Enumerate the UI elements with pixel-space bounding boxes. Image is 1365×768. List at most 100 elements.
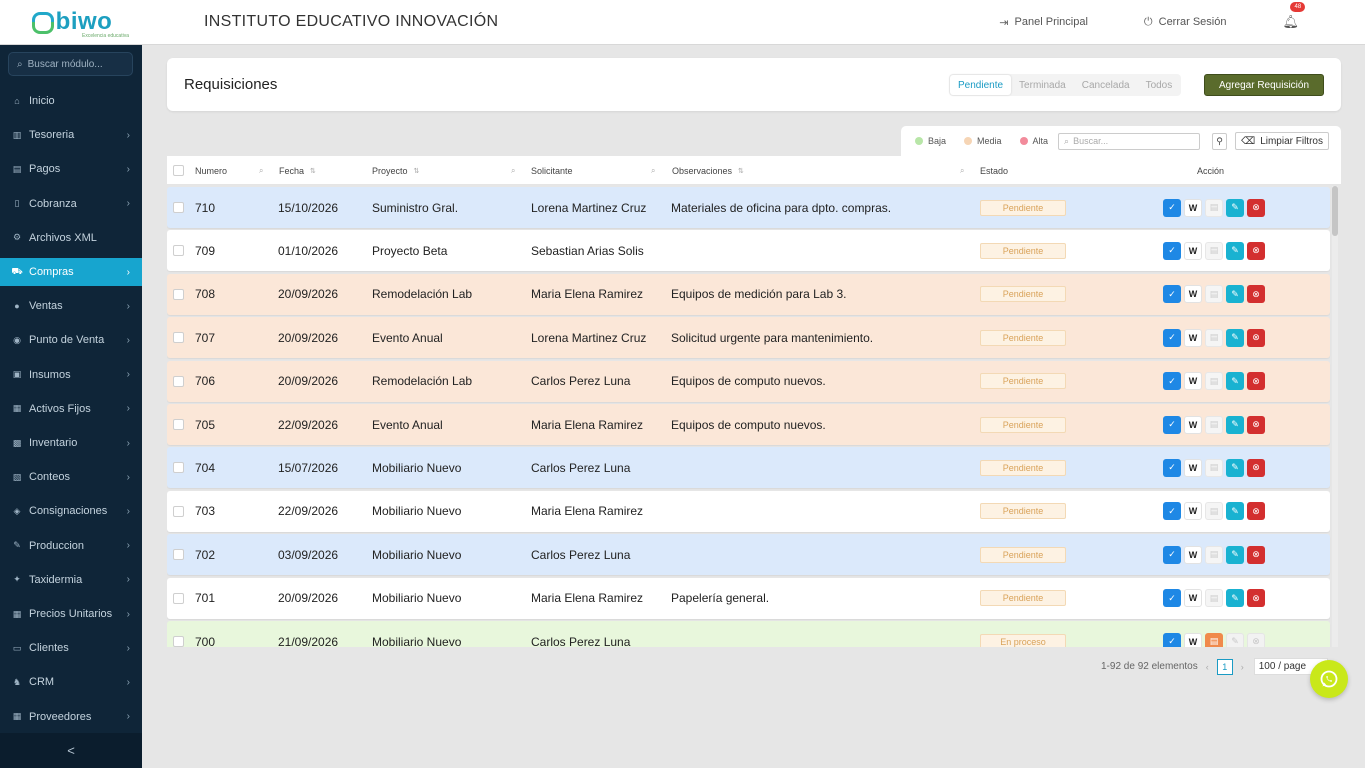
column-solicitante-filter[interactable]: ⌕: [651, 156, 655, 185]
cancel-button[interactable]: ⊗: [1247, 458, 1265, 477]
tab-todos[interactable]: Todos: [1138, 75, 1181, 95]
whatsapp-send-button[interactable]: W: [1184, 328, 1202, 347]
cancel-button[interactable]: ⊗: [1247, 415, 1265, 434]
sidebar-item-consignaciones[interactable]: ◈ Consignaciones ›: [0, 497, 142, 525]
approve-button[interactable]: ✓: [1163, 502, 1181, 521]
approve-button[interactable]: ✓: [1163, 632, 1181, 647]
cancel-button[interactable]: ⊗: [1247, 241, 1265, 260]
tab-pendiente[interactable]: Pendiente: [950, 75, 1012, 95]
pdf-button[interactable]: ▤: [1205, 545, 1223, 564]
approve-button[interactable]: ✓: [1163, 545, 1181, 564]
column-estado[interactable]: Estado: [980, 156, 1008, 185]
approve-button[interactable]: ✓: [1163, 372, 1181, 391]
cancel-button[interactable]: ⊗: [1247, 502, 1265, 521]
table-row[interactable]: 708 20/09/2026 Remodelación Lab Maria Elena…: [167, 273, 1330, 315]
row-checkbox[interactable]: [173, 578, 184, 619]
table-row[interactable]: 706 20/09/2026 Remodelación Lab Carlos Pere…: [167, 360, 1330, 402]
sidebar-item-inventario[interactable]: ▩ Inventario ›: [0, 429, 142, 457]
approve-button[interactable]: ✓: [1163, 589, 1181, 608]
pdf-button[interactable]: ▤: [1205, 241, 1223, 260]
cancel-button[interactable]: ⊗: [1247, 589, 1265, 608]
approve-button[interactable]: ✓: [1163, 328, 1181, 347]
logo[interactable]: biwo Excelencia educativa: [0, 0, 142, 45]
scrollbar-thumb[interactable]: [1332, 186, 1338, 236]
table-row[interactable]: 705 22/09/2026 Evento Anual Maria Elena Ram…: [167, 404, 1330, 445]
prev-page-icon[interactable]: ‹: [1206, 662, 1209, 672]
edit-button[interactable]: ✎: [1226, 241, 1244, 260]
approve-button[interactable]: ✓: [1163, 415, 1181, 434]
column-observaciones[interactable]: Observaciones ⇅: [672, 156, 744, 185]
sidebar-item-archivos-xml[interactable]: ⚙ Archivos XML: [0, 224, 142, 252]
pdf-button[interactable]: ▤: [1205, 458, 1223, 477]
pdf-button[interactable]: ▤: [1205, 198, 1223, 217]
pdf-button[interactable]: ▤: [1205, 285, 1223, 304]
whatsapp-send-button[interactable]: W: [1184, 241, 1202, 260]
sidebar-item-conteos[interactable]: ▧ Conteos ›: [0, 463, 142, 491]
edit-button[interactable]: ✎: [1226, 589, 1244, 608]
edit-button[interactable]: ✎: [1226, 545, 1244, 564]
column-numero[interactable]: Numero: [195, 156, 227, 185]
sidebar-item-ventas[interactable]: ● Ventas ›: [0, 292, 142, 320]
row-checkbox[interactable]: [173, 317, 184, 358]
table-row[interactable]: 701 20/09/2026 Mobiliario Nuevo Maria Elena…: [167, 577, 1330, 619]
column-observaciones-filter[interactable]: ⌕: [960, 156, 964, 185]
edit-button[interactable]: ✎: [1226, 502, 1244, 521]
sidebar-collapse-button[interactable]: <: [0, 733, 142, 768]
row-checkbox[interactable]: [173, 404, 184, 445]
row-checkbox[interactable]: [173, 534, 184, 575]
edit-button[interactable]: ✎: [1226, 198, 1244, 217]
sidebar-item-clientes[interactable]: ▭ Clientes ›: [0, 634, 142, 662]
whatsapp-button[interactable]: [1310, 660, 1348, 698]
sidebar-item-tesoreria[interactable]: ▥ Tesoreria ›: [0, 121, 142, 149]
column-fecha[interactable]: Fecha ⇅: [279, 156, 316, 185]
cancel-button[interactable]: ⊗: [1247, 285, 1265, 304]
row-checkbox[interactable]: [173, 274, 184, 315]
sidebar-item-precios-unitarios[interactable]: ▦ Precios Unitarios ›: [0, 600, 142, 628]
notifications-button[interactable]: 🔔︎ 48: [1282, 2, 1306, 30]
table-row[interactable]: 700 21/09/2026 Mobiliario Nuevo Carlos Pere…: [167, 621, 1330, 647]
approve-button[interactable]: ✓: [1163, 285, 1181, 304]
cancel-button[interactable]: ⊗: [1247, 545, 1265, 564]
whatsapp-send-button[interactable]: W: [1184, 285, 1202, 304]
whatsapp-send-button[interactable]: W: [1184, 198, 1202, 217]
column-numero-filter[interactable]: ⌕: [259, 156, 263, 185]
table-search-input[interactable]: ⌕ Buscar...: [1058, 132, 1201, 150]
sidebar-item-taxidermia[interactable]: ✦ Taxidermia ›: [0, 566, 142, 594]
whatsapp-send-button[interactable]: W: [1184, 545, 1202, 564]
row-checkbox[interactable]: [173, 187, 184, 228]
table-row[interactable]: 702 03/09/2026 Mobiliario Nuevo Carlos Pere…: [167, 534, 1330, 576]
whatsapp-send-button[interactable]: W: [1184, 458, 1202, 477]
sidebar-item-activos-fijos[interactable]: ▦ Activos Fijos ›: [0, 395, 142, 423]
column-proyecto-filter[interactable]: ⌕: [511, 156, 515, 185]
pdf-button[interactable]: ▤: [1205, 328, 1223, 347]
row-checkbox[interactable]: [173, 621, 184, 647]
pdf-button[interactable]: ▤: [1205, 502, 1223, 521]
column-solicitante[interactable]: Solicitante: [531, 156, 573, 185]
sidebar-item-cobranza[interactable]: ▯ Cobranza ›: [0, 190, 142, 218]
sidebar-item-punto-de-venta[interactable]: ◉ Punto de Venta ›: [0, 326, 142, 354]
tab-terminada[interactable]: Terminada: [1011, 75, 1074, 95]
whatsapp-send-button[interactable]: W: [1184, 632, 1202, 647]
whatsapp-send-button[interactable]: W: [1184, 589, 1202, 608]
cancel-button[interactable]: ⊗: [1247, 198, 1265, 217]
edit-button[interactable]: ✎: [1226, 458, 1244, 477]
tab-cancelada[interactable]: Cancelada: [1074, 75, 1138, 95]
logout-link[interactable]: ⏻ Cerrar Sesión: [1144, 16, 1227, 29]
next-page-icon[interactable]: ›: [1241, 662, 1244, 672]
sidebar-item-insumos[interactable]: ▣ Insumos ›: [0, 361, 142, 389]
approve-button[interactable]: ✓: [1163, 458, 1181, 477]
approve-button[interactable]: ✓: [1163, 241, 1181, 260]
edit-button[interactable]: ✎: [1226, 328, 1244, 347]
select-all-checkbox[interactable]: [173, 156, 184, 185]
sidebar-item-compras[interactable]: ⛟ Compras ›: [0, 258, 142, 286]
table-row[interactable]: 707 20/09/2026 Evento Anual Lorena Martinez…: [167, 317, 1330, 359]
row-checkbox[interactable]: [173, 491, 184, 532]
pdf-button[interactable]: ▤: [1205, 589, 1223, 608]
sidebar-item-inicio[interactable]: ⌂ Inicio: [0, 87, 142, 115]
table-row[interactable]: 703 22/09/2026 Mobiliario Nuevo Maria Elena…: [167, 490, 1330, 532]
row-checkbox[interactable]: [173, 361, 184, 402]
page-number-button[interactable]: 1: [1216, 658, 1233, 675]
sidebar-item-produccion[interactable]: ✎ Produccion ›: [0, 532, 142, 560]
edit-button[interactable]: ✎: [1226, 632, 1244, 647]
whatsapp-send-button[interactable]: W: [1184, 502, 1202, 521]
